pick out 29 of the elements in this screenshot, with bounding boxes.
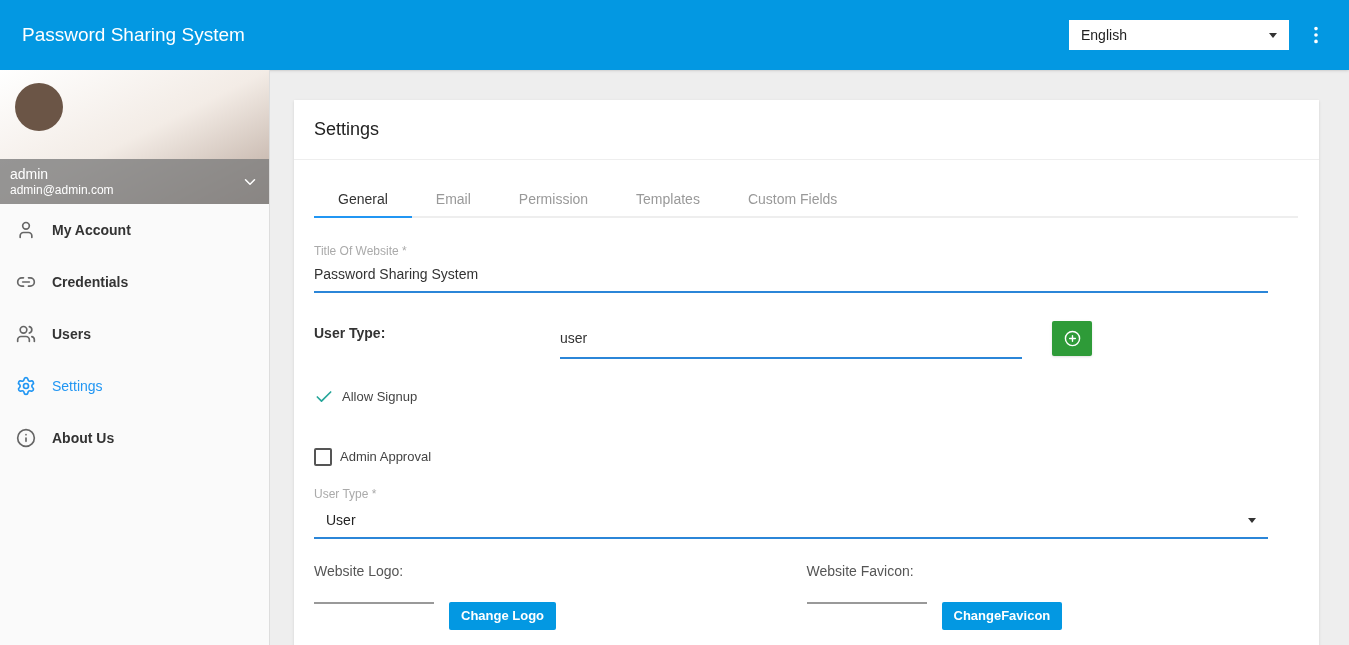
profile-email: admin@admin.com: [10, 181, 115, 198]
card-title: Settings: [314, 118, 380, 141]
select-label: User Type *: [314, 486, 377, 503]
user-type-input[interactable]: user: [560, 323, 1022, 359]
dropdown-caret-icon: [1269, 32, 1277, 38]
add-button[interactable]: [1052, 321, 1092, 356]
sidebar-item[interactable]: Credentials: [0, 256, 269, 308]
tab[interactable]: General: [314, 182, 412, 218]
image-label: Website Logo:: [314, 562, 404, 581]
plus-icon: [1063, 330, 1081, 347]
image-label: Website Favicon:: [806, 562, 914, 581]
avatar: [15, 83, 63, 131]
checkbox[interactable]: [314, 448, 332, 466]
user-type-select[interactable]: User: [314, 503, 1268, 539]
language-select[interactable]: English: [1069, 20, 1289, 50]
dropdown-caret-icon: [1248, 517, 1256, 523]
website-title-field[interactable]: Title Of Website * Password Sharing System: [314, 242, 1268, 293]
checkbox-label: Allow Signup: [342, 388, 418, 407]
info-icon: [16, 428, 36, 448]
app-title: Password Sharing System: [22, 22, 246, 47]
checkbox-label: Admin Approval: [340, 448, 432, 467]
people-icon: [16, 324, 36, 344]
profile-name: admin: [10, 165, 50, 182]
settings-icon: [16, 376, 36, 396]
sidebar-item[interactable]: My Account: [0, 204, 269, 256]
sidebar-item[interactable]: About Us: [0, 412, 269, 464]
user-type-label: User Type:: [314, 324, 387, 343]
sidebar-item[interactable]: Users: [0, 308, 269, 360]
person-icon: [16, 220, 36, 240]
